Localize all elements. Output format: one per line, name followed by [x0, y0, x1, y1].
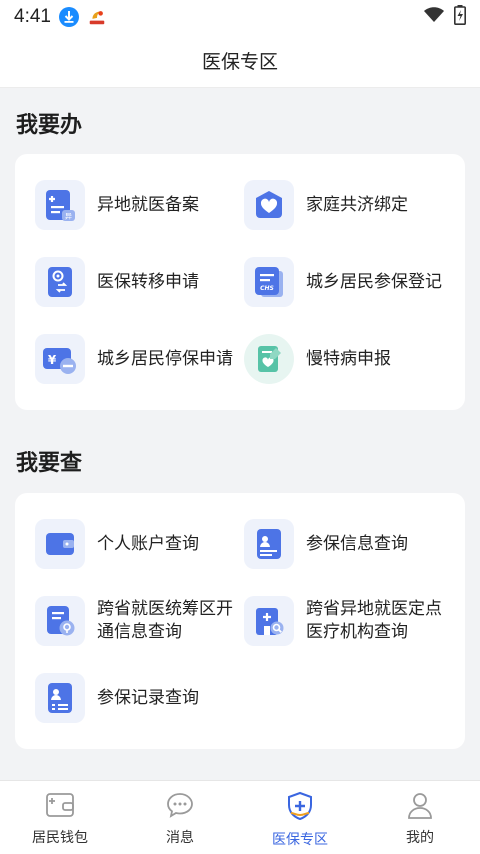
service-card-do: 异 异地就医备案 家庭共济绑定 医保转移申请 CHS 城乡居民参保登记 ¥ 城乡… [15, 154, 465, 410]
bottom-tab-bar: 居民钱包 消息 医保专区 我的 [0, 780, 480, 854]
tab-resident-wallet[interactable]: 居民钱包 [0, 781, 120, 854]
svg-text:¥: ¥ [48, 353, 57, 367]
wallet-icon [35, 519, 85, 569]
service-chronic-disease-report[interactable]: 慢特病申报 [244, 334, 442, 384]
id-card-icon [244, 519, 294, 569]
service-label: 城乡居民参保登记 [306, 271, 442, 292]
document-location-icon [35, 596, 85, 646]
query-personal-account[interactable]: 个人账户查询 [35, 519, 233, 569]
tab-label: 医保专区 [272, 832, 328, 848]
service-family-binding[interactable]: 家庭共济绑定 [244, 180, 442, 230]
svg-text:CHS: CHS [260, 285, 274, 292]
query-designated-institutions[interactable]: 跨省异地就医定点医疗机构查询 [244, 596, 442, 646]
status-bar: 4:41 [0, 0, 480, 34]
query-insurance-info[interactable]: 参保信息查询 [244, 519, 442, 569]
page-header: 医保专区 [0, 34, 480, 88]
house-heart-icon [244, 180, 294, 230]
status-time: 4:41 [14, 6, 51, 27]
tab-medical-insurance[interactable]: 医保专区 [240, 781, 360, 854]
yuan-minus-icon: ¥ [35, 334, 85, 384]
service-label: 家庭共济绑定 [306, 194, 408, 215]
tab-label: 消息 [166, 830, 194, 846]
tab-messages[interactable]: 消息 [120, 781, 240, 854]
wallet-tab-icon [45, 791, 75, 823]
tab-mine[interactable]: 我的 [360, 781, 480, 854]
page-title: 医保专区 [201, 51, 278, 73]
service-label: 跨省异地就医定点医疗机构查询 [306, 599, 442, 642]
app-notification-icon [87, 7, 107, 27]
tab-label: 居民钱包 [32, 830, 88, 846]
query-cross-province-region[interactable]: 跨省就医统筹区开通信息查询 [35, 596, 233, 646]
person-icon [405, 791, 435, 823]
chat-bubble-icon [165, 791, 195, 823]
chs-card-icon: CHS [244, 257, 294, 307]
service-label: 城乡居民停保申请 [97, 348, 233, 369]
service-label: 参保记录查询 [97, 687, 199, 708]
heart-form-icon [244, 334, 294, 384]
service-label: 异地就医备案 [97, 194, 199, 215]
service-label: 参保信息查询 [306, 533, 408, 554]
service-card-query: 个人账户查询 参保信息查询 跨省就医统筹区开通信息查询 跨省异地就医定点医疗机构… [15, 493, 465, 749]
download-notification-icon [58, 7, 79, 27]
section-title-do: 我要办 [16, 113, 83, 138]
service-label: 医保转移申请 [97, 271, 199, 292]
service-resident-registration[interactable]: CHS 城乡居民参保登记 [244, 257, 442, 307]
wifi-icon [424, 7, 444, 27]
service-label: 个人账户查询 [97, 533, 199, 554]
tab-label: 我的 [406, 830, 434, 846]
query-insurance-records[interactable]: 参保记录查询 [35, 673, 233, 723]
medical-shield-icon [285, 791, 315, 825]
content-area: 我要办 异 异地就医备案 家庭共济绑定 医保转移申请 CHS 城乡居民参保登记 … [0, 88, 480, 780]
service-label: 慢特病申报 [306, 348, 391, 369]
service-label: 跨省就医统筹区开通信息查询 [97, 599, 233, 642]
document-remote-icon: 异 [35, 180, 85, 230]
service-remote-medical-filing[interactable]: 异 异地就医备案 [35, 180, 233, 230]
svg-text:异: 异 [65, 213, 72, 221]
hospital-search-icon [244, 596, 294, 646]
battery-charging-icon [454, 5, 466, 29]
card-transfer-icon [35, 257, 85, 307]
record-list-icon [35, 673, 85, 723]
service-insurance-transfer[interactable]: 医保转移申请 [35, 257, 233, 307]
service-suspend-insurance[interactable]: ¥ 城乡居民停保申请 [35, 334, 233, 384]
section-title-query: 我要查 [16, 451, 83, 476]
